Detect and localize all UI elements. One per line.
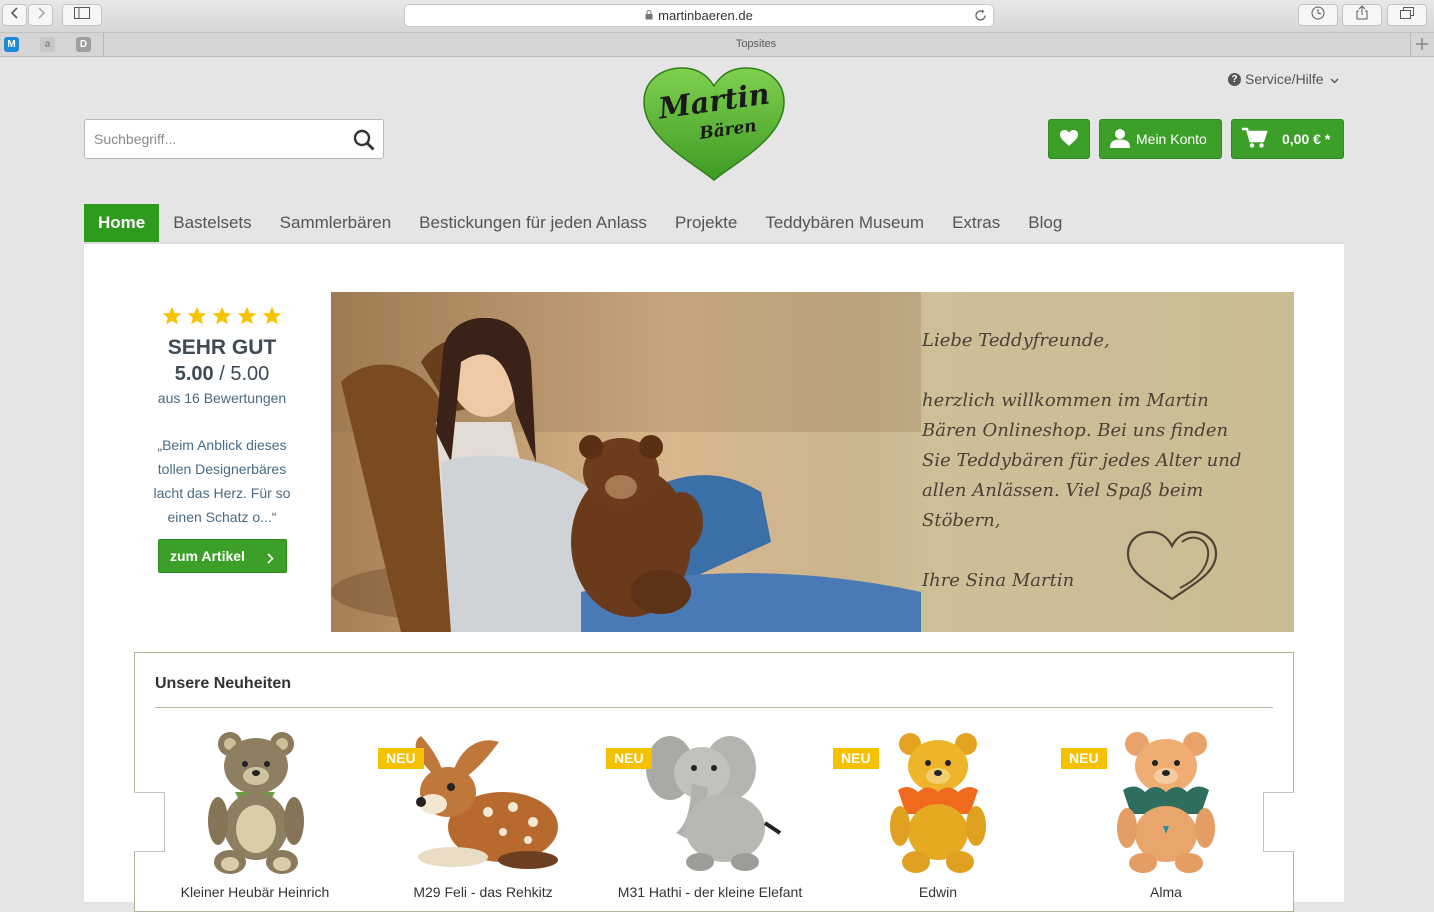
reload-icon[interactable] xyxy=(974,9,987,25)
star-icon xyxy=(237,306,257,330)
rating-stars xyxy=(134,306,310,330)
account-label: Mein Konto xyxy=(1136,131,1207,147)
nav-item-museum[interactable]: Teddybären Museum xyxy=(751,204,938,242)
star-icon xyxy=(162,306,182,330)
heart-icon xyxy=(1059,129,1079,150)
logo[interactable]: Martin Bären xyxy=(642,66,786,182)
product-image-4[interactable] xyxy=(878,728,998,874)
rating-label: SEHR GUT xyxy=(167,336,277,359)
slider-prev-button[interactable] xyxy=(134,792,165,852)
product-image-1[interactable] xyxy=(190,726,320,876)
fawn-icon xyxy=(415,736,558,869)
search-icon[interactable] xyxy=(353,129,375,156)
clock-icon xyxy=(1311,6,1325,25)
rating-widget: SEHR GUT 5.00 / 5.00 aus 16 Bewertungen xyxy=(134,306,310,406)
chevron-left-icon xyxy=(10,6,20,24)
zum-artikel-button[interactable]: zum Artikel xyxy=(158,539,287,573)
product-image-2[interactable] xyxy=(403,732,563,874)
cart-button[interactable]: 0,00 € * xyxy=(1231,119,1344,159)
cart-icon xyxy=(1242,127,1268,152)
banner-signature: Ihre Sina Martin xyxy=(922,570,1075,591)
sidebar-icon xyxy=(74,6,90,24)
banner-greeting-title: Liebe Teddyfreunde, xyxy=(922,330,1110,351)
new-badge: NEU xyxy=(833,748,879,769)
new-badge: NEU xyxy=(1061,748,1107,769)
nav-item-sammlerbaeren[interactable]: Sammlerbären xyxy=(266,204,406,242)
star-icon xyxy=(212,306,232,330)
tab-title[interactable]: Topsites xyxy=(0,38,1434,50)
service-label: Service/Hilfe xyxy=(1245,71,1324,87)
chevron-right-icon xyxy=(267,551,274,567)
star-icon xyxy=(187,306,207,330)
nav-item-bastelsets[interactable]: Bastelsets xyxy=(159,204,265,242)
tabs-button[interactable] xyxy=(1387,4,1427,26)
product-name-2[interactable]: M29 Feli - das Rehkitz xyxy=(383,884,583,900)
search-input[interactable] xyxy=(85,120,335,158)
review-quote: „Beim Anblick dieses tollen Designerbäre… xyxy=(153,437,291,525)
help-icon: ? xyxy=(1228,72,1241,86)
browser-chrome: martinbaeren.de M a D Topsites xyxy=(0,0,1434,57)
product-name-3[interactable]: M31 Hathi - der kleine Elefant xyxy=(610,884,810,900)
chevron-right-icon xyxy=(36,6,46,24)
product-name-5[interactable]: Alma xyxy=(1066,884,1266,900)
banner-greeting-body: herzlich willkommen im Martin Bären Onli… xyxy=(922,390,1242,531)
service-menu[interactable]: ? Service/Hilfe xyxy=(1228,71,1339,87)
lock-icon xyxy=(645,8,653,23)
teddy-bear-icon xyxy=(208,732,304,874)
account-button[interactable]: Mein Konto xyxy=(1099,119,1222,159)
sidebar-toggle-button[interactable] xyxy=(62,4,102,26)
peach-teddy-icon xyxy=(1117,732,1215,873)
user-icon xyxy=(1110,128,1130,151)
rating-score-line: 5.00 / 5.00 xyxy=(134,363,310,386)
url-text: martinbaeren.de xyxy=(658,8,753,23)
search-box xyxy=(84,119,384,159)
cart-total: 0,00 € * xyxy=(1282,131,1331,147)
chevron-down-icon xyxy=(1330,71,1339,87)
new-products-title: Unsere Neuheiten xyxy=(155,675,292,692)
nav-item-blog[interactable]: Blog xyxy=(1014,204,1076,242)
forward-button[interactable] xyxy=(28,4,53,26)
tabs-icon xyxy=(1400,6,1414,24)
elephant-icon xyxy=(646,736,782,871)
main-navigation: Home Bastelsets Sammlerbären Bestickunge… xyxy=(84,204,1076,242)
product-name-1[interactable]: Kleiner Heubär Heinrich xyxy=(155,884,355,900)
banner-greeting: Liebe Teddyfreunde, herzlich willkommen … xyxy=(922,326,1282,596)
history-button[interactable] xyxy=(1298,4,1338,26)
nav-item-bestickungen[interactable]: Bestickungen für jeden Anlass xyxy=(405,204,661,242)
nav-item-projekte[interactable]: Projekte xyxy=(661,204,751,242)
star-icon xyxy=(262,306,282,330)
product-name-4[interactable]: Edwin xyxy=(838,884,1038,900)
address-bar[interactable]: martinbaeren.de xyxy=(404,4,994,27)
wishlist-button[interactable] xyxy=(1048,119,1090,159)
product-image-5[interactable] xyxy=(1103,728,1229,874)
rating-score: 5.00 xyxy=(174,363,214,385)
share-button[interactable] xyxy=(1342,4,1382,26)
slider-next-button[interactable] xyxy=(1263,792,1294,852)
product-image-3[interactable] xyxy=(640,728,785,874)
rating-max: / 5.00 xyxy=(219,363,270,385)
back-button[interactable] xyxy=(2,4,27,26)
browser-toolbar: martinbaeren.de xyxy=(0,0,1434,33)
rating-count: aus 16 Bewertungen xyxy=(157,390,287,406)
zum-artikel-label: zum Artikel xyxy=(170,548,245,564)
new-badge: NEU xyxy=(378,748,424,769)
share-icon xyxy=(1356,5,1368,25)
nav-item-extras[interactable]: Extras xyxy=(938,204,1014,242)
yellow-teddy-icon xyxy=(890,733,986,873)
section-divider xyxy=(155,707,1273,708)
nav-item-home[interactable]: Home xyxy=(84,204,160,242)
new-badge: NEU xyxy=(606,748,652,769)
